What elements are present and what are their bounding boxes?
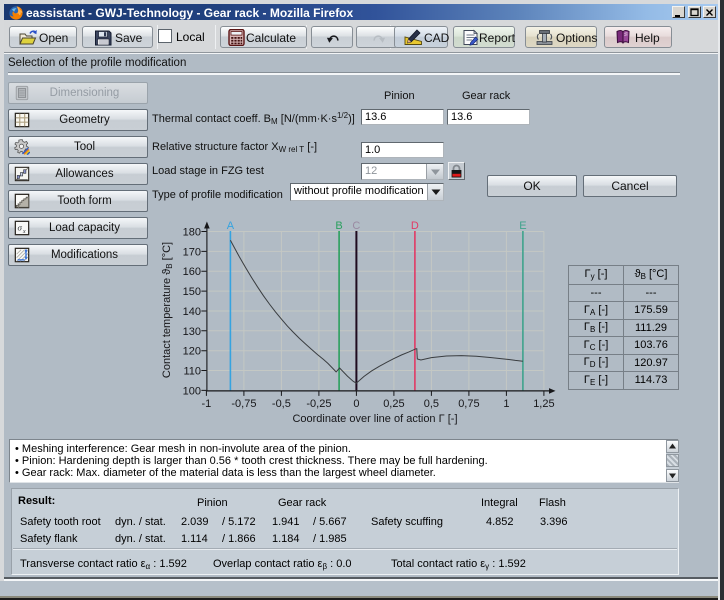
svg-text:150: 150 xyxy=(183,286,201,298)
svg-text:0,25: 0,25 xyxy=(383,398,404,410)
svg-text:D: D xyxy=(411,220,419,232)
svg-text:σ: σ xyxy=(18,223,23,233)
svg-text:E: E xyxy=(519,220,526,232)
svg-text:-0,5: -0,5 xyxy=(272,398,291,410)
svg-text:Contact temperature ϑB [°C]: Contact temperature ϑB [°C] xyxy=(161,242,174,378)
svg-text:B: B xyxy=(335,220,342,232)
svg-text:170: 170 xyxy=(183,246,201,258)
svg-text:1: 1 xyxy=(503,398,509,410)
svg-text:130: 130 xyxy=(183,326,201,338)
svg-text:140: 140 xyxy=(183,306,201,318)
svg-text:-0,25: -0,25 xyxy=(306,398,331,410)
svg-text:180: 180 xyxy=(183,227,201,239)
svg-text:-0,75: -0,75 xyxy=(231,398,256,410)
svg-text:1,25: 1,25 xyxy=(533,398,554,410)
svg-text:C: C xyxy=(352,220,360,232)
svg-text:-1: -1 xyxy=(202,398,212,410)
svg-text:0: 0 xyxy=(353,398,359,410)
svg-text:100: 100 xyxy=(183,385,201,397)
svg-text:0,5: 0,5 xyxy=(424,398,439,410)
svg-text:0,75: 0,75 xyxy=(458,398,479,410)
svg-text:160: 160 xyxy=(183,266,201,278)
svg-text:A: A xyxy=(227,220,235,232)
svg-text:x: x xyxy=(22,228,26,235)
svg-text:Coordinate over line of action: Coordinate over line of action Γ [-] xyxy=(292,413,457,425)
svg-text:120: 120 xyxy=(183,346,201,358)
svg-text:110: 110 xyxy=(183,366,201,378)
